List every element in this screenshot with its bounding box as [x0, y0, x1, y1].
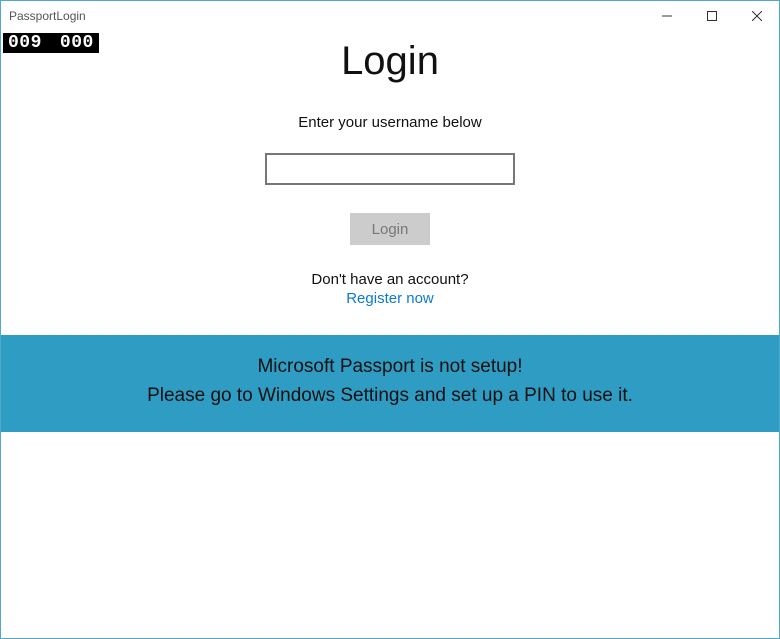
- no-account-text: Don't have an account?: [311, 271, 468, 288]
- maximize-button[interactable]: [689, 1, 734, 31]
- counter-right: 000: [60, 33, 94, 53]
- window-titlebar: PassportLogin: [1, 1, 779, 31]
- banner-line-1: Microsoft Passport is not setup!: [11, 353, 769, 382]
- page-title: Login: [341, 39, 439, 84]
- username-input[interactable]: [265, 153, 515, 185]
- register-link[interactable]: Register now: [346, 290, 434, 307]
- banner-line-2: Please go to Windows Settings and set up…: [11, 382, 769, 411]
- window-title: PassportLogin: [9, 9, 86, 23]
- minimize-button[interactable]: [644, 1, 689, 31]
- close-button[interactable]: [734, 1, 779, 31]
- client-area: 009 000 Login Enter your username below …: [1, 31, 779, 638]
- username-prompt: Enter your username below: [298, 114, 481, 131]
- login-panel: Login Enter your username below Login Do…: [1, 31, 779, 432]
- debug-counter: 009 000: [3, 33, 99, 53]
- counter-left: 009: [8, 33, 42, 53]
- login-button[interactable]: Login: [350, 213, 430, 245]
- status-banner: Microsoft Passport is not setup! Please …: [1, 335, 779, 432]
